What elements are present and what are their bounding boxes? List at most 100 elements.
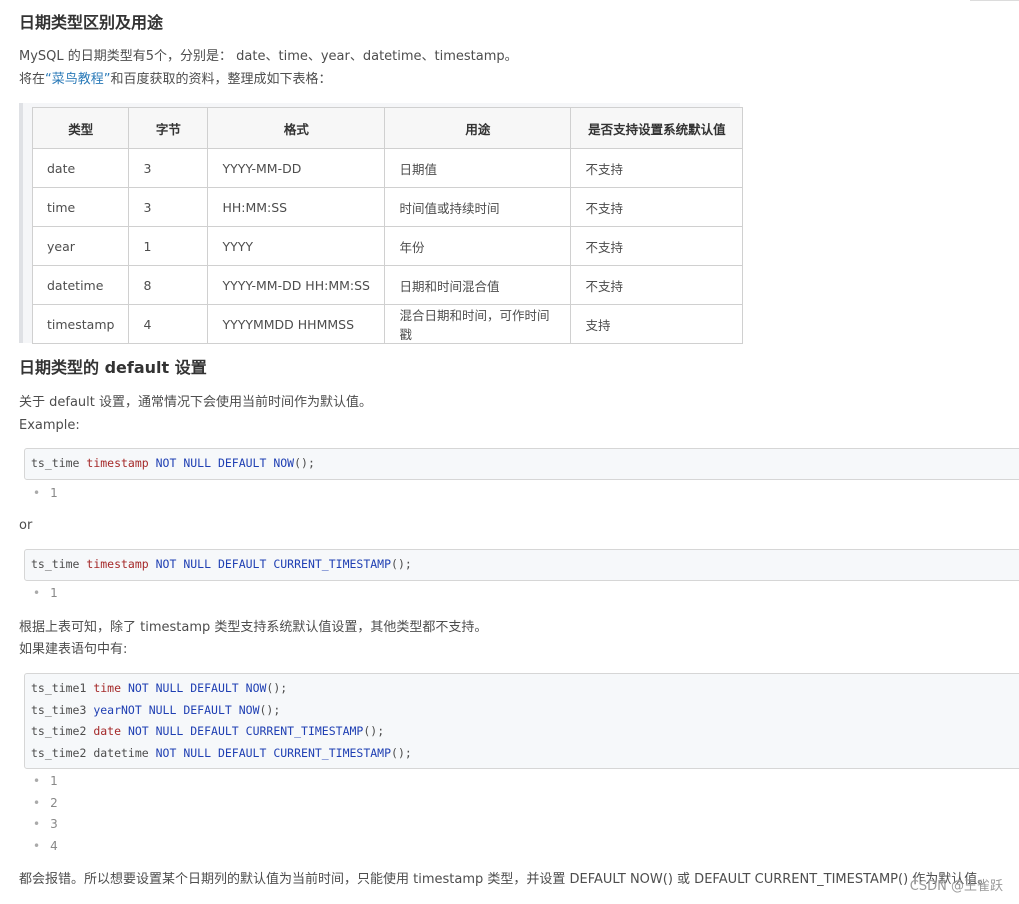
- cell-format: YYYY-MM-DD: [207, 148, 386, 188]
- code-keywords: NULL DEFAULT: [141, 702, 239, 717]
- code-tail: ();: [266, 681, 288, 695]
- table-row: time 3 HH:MM:SS 时间值或持续时间 不支持: [31, 187, 744, 227]
- cell-format: YYYY: [207, 226, 386, 266]
- cell-type: time: [31, 187, 130, 227]
- line-numbers: 1: [33, 583, 58, 605]
- cell-default-support: 支持: [570, 304, 744, 344]
- cell-default-support: 不支持: [570, 187, 744, 227]
- if-label: 如果建表语句中有:: [19, 642, 128, 657]
- cell-bytes: 1: [128, 226, 209, 266]
- code-column: ts_time: [31, 557, 87, 571]
- line-number: 4: [33, 836, 58, 858]
- cell-default-support: 不支持: [570, 226, 744, 266]
- code-column: ts_time3: [31, 702, 94, 717]
- code-keywords: NOT NULL DEFAULT: [148, 745, 274, 760]
- line-number: 1: [33, 771, 58, 793]
- code-column: ts_time1: [31, 681, 94, 695]
- code-function: NOW: [273, 456, 295, 470]
- intro-text: MySQL 的日期类型有5个，分别是： date、time、year、datet…: [19, 49, 518, 64]
- code-keywords: NOT NULL DEFAULT: [121, 724, 246, 738]
- cell-format: YYYYMMDD HHMMSS: [207, 304, 386, 344]
- code-function: CURRENT_TIMESTAMP: [245, 724, 364, 738]
- code-tail: ();: [259, 702, 281, 717]
- cell-format: YYYY-MM-DD HH:MM:SS: [207, 265, 386, 305]
- final-text: 都会报错。所以想要设置某个日期列的默认值为当前时间，只能使用 timestamp…: [19, 872, 991, 887]
- cell-type: datetime: [31, 265, 130, 305]
- table-row: timestamp 4 YYYYMMDD HHMMSS 混合日期和时间，可作时间…: [31, 304, 744, 344]
- code-tail: ();: [391, 557, 412, 571]
- line-numbers: 1 2 3 4: [33, 771, 58, 857]
- cell-default-support: 不支持: [570, 265, 744, 305]
- cell-bytes: 4: [128, 304, 209, 344]
- cell-bytes: 8: [128, 265, 209, 305]
- code-keywords: NOT NULL DEFAULT: [121, 681, 246, 695]
- code-column: ts_time2: [31, 745, 94, 760]
- cell-format: HH:MM:SS: [207, 187, 386, 227]
- header-type: 类型: [31, 107, 130, 149]
- code-tail: ();: [363, 724, 385, 738]
- table-header-row: 类型 字节 格式 用途 是否支持设置系统默认值: [31, 107, 744, 149]
- or-label: or: [19, 518, 33, 533]
- section-title-default: 日期类型的 default 设置: [19, 358, 207, 377]
- code-line: ts_time timestamp NOT NULL DEFAULT NOW()…: [31, 453, 1017, 475]
- code-type: yearNOT: [93, 702, 142, 717]
- code-type: timestamp: [86, 456, 149, 470]
- cell-type: year: [31, 226, 130, 266]
- code-type: date: [93, 724, 122, 738]
- code-column: ts_time: [31, 456, 87, 470]
- line-number: 2: [33, 793, 58, 815]
- line-number: 3: [33, 814, 58, 836]
- code-line: ts_time2 datetime NOT NULL DEFAULT CURRE…: [31, 743, 1017, 765]
- cell-default-support: 不支持: [570, 148, 744, 188]
- section-title-date-types: 日期类型区别及用途: [19, 13, 164, 32]
- runoob-link[interactable]: “菜鸟教程”: [45, 72, 110, 87]
- code-tail: ();: [391, 745, 412, 760]
- code-line: ts_time2 date NOT NULL DEFAULT CURRENT_T…: [31, 721, 1017, 743]
- code-block-now[interactable]: ts_time timestamp NOT NULL DEFAULT NOW()…: [24, 448, 1019, 480]
- code-type: time: [93, 681, 122, 695]
- example-label: Example:: [19, 418, 80, 433]
- source-suffix: 和百度获取的资料，整理成如下表格：: [110, 72, 332, 87]
- table-row: datetime 8 YYYY-MM-DD HH:MM:SS 日期和时间混合值 …: [31, 265, 744, 305]
- header-format: 格式: [207, 107, 386, 149]
- code-function: CURRENT_TIMESTAMP: [273, 557, 392, 571]
- code-keywords: NOT NULL DEFAULT: [148, 557, 274, 571]
- line-number: 1: [33, 583, 58, 605]
- cell-usage: 混合日期和时间，可作时间戳: [384, 304, 572, 344]
- source-text: 将在“菜鸟教程”和百度获取的资料，整理成如下表格：: [19, 69, 332, 91]
- header-bytes: 字节: [128, 107, 209, 149]
- code-type: timestamp: [86, 557, 149, 571]
- cell-bytes: 3: [128, 148, 209, 188]
- code-function: NOW: [238, 702, 260, 717]
- top-divider: [970, 0, 1019, 1]
- header-usage: 用途: [384, 107, 572, 149]
- cell-usage: 时间值或持续时间: [384, 187, 572, 227]
- cell-usage: 日期和时间混合值: [384, 265, 572, 305]
- table-row: date 3 YYYY-MM-DD 日期值 不支持: [31, 148, 744, 188]
- cell-usage: 日期值: [384, 148, 572, 188]
- cell-type: date: [31, 148, 130, 188]
- code-column: ts_time2: [31, 724, 94, 738]
- line-number: 1: [33, 483, 58, 505]
- code-keywords: NOT NULL DEFAULT: [148, 456, 274, 470]
- cell-type: timestamp: [31, 304, 130, 344]
- code-line: ts_time1 time NOT NULL DEFAULT NOW();: [31, 678, 1017, 700]
- code-tail: ();: [294, 456, 315, 470]
- date-types-table: 类型 字节 格式 用途 是否支持设置系统默认值 date 3 YYYY-MM-D…: [31, 107, 744, 344]
- conclusion-text: 根据上表可知，除了 timestamp 类型支持系统默认值设置，其他类型都不支持…: [19, 620, 488, 635]
- csdn-watermark: CSDN @王雀跃: [909, 879, 1003, 894]
- code-function: NOW: [245, 681, 267, 695]
- code-type: datetime: [93, 745, 149, 760]
- line-numbers: 1: [33, 483, 58, 505]
- default-desc: 关于 default 设置，通常情况下会使用当前时间作为默认值。: [19, 395, 373, 410]
- table-row: year 1 YYYY 年份 不支持: [31, 226, 744, 266]
- cell-usage: 年份: [384, 226, 572, 266]
- header-default-support: 是否支持设置系统默认值: [570, 107, 744, 149]
- code-line: ts_time3 yearNOT NULL DEFAULT NOW();: [31, 700, 1017, 722]
- code-block-errors[interactable]: ts_time1 time NOT NULL DEFAULT NOW(); ts…: [24, 673, 1019, 769]
- code-function: CURRENT_TIMESTAMP: [273, 745, 392, 760]
- source-prefix: 将在: [19, 72, 46, 87]
- cell-bytes: 3: [128, 187, 209, 227]
- code-block-current-timestamp[interactable]: ts_time timestamp NOT NULL DEFAULT CURRE…: [24, 549, 1019, 581]
- code-line: ts_time timestamp NOT NULL DEFAULT CURRE…: [31, 554, 1017, 576]
